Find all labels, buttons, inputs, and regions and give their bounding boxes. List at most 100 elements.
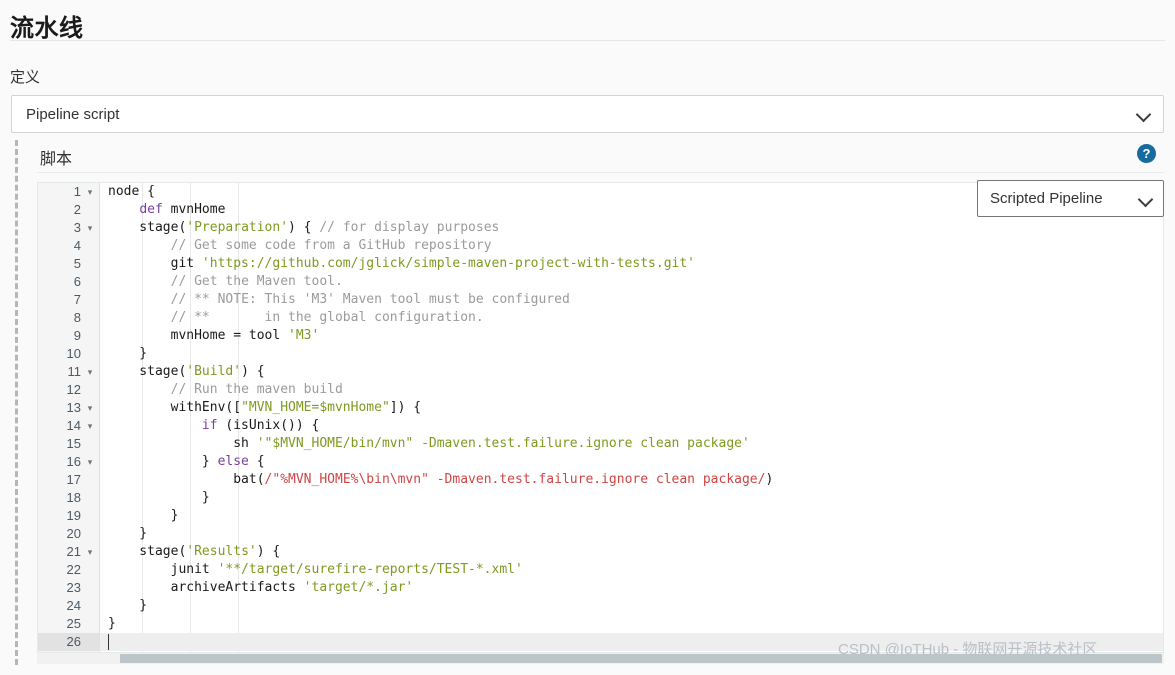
gutter-line-number: 9 [73, 328, 81, 343]
code-editor[interactable]: 1 ▾ 2 3 ▾ 4 5 6 7 8 9 10 11 ▾ 12 13 ▾ 14 ▾ 15 16 ▾ 17 18 19 20 21 ▾… [37, 182, 1164, 653]
code-line[interactable]: stage('Preparation') { // for display pu… [100, 219, 1163, 237]
gutter-line-number: 23 [66, 580, 81, 595]
definition-select-value: Pipeline script [26, 105, 120, 123]
code-token-str: 'Results' [186, 544, 257, 559]
editor-code-area[interactable]: node { def mvnHome stage('Preparation') … [100, 183, 1163, 652]
code-token-pln: bat( [108, 472, 265, 487]
code-line[interactable]: // ** in the global configuration. [100, 309, 1163, 327]
code-token-pln: stage( [108, 220, 187, 235]
definition-label: 定义 [10, 69, 41, 86]
code-token-pln [108, 418, 202, 433]
code-token-kw: if [201, 418, 218, 433]
gutter-line-number: 16 ▾ [38, 453, 99, 471]
code-token-pln [108, 292, 171, 307]
code-token-pln: stage( [108, 544, 187, 559]
code-line[interactable]: // Get the Maven tool. [100, 273, 1163, 291]
code-token-com: // Get some code from a GitHub repositor… [170, 238, 492, 253]
code-line[interactable]: } [100, 597, 1163, 615]
code-line[interactable]: // ** NOTE: This 'M3' Maven tool must be… [100, 291, 1163, 309]
page-title: 流水线 [10, 15, 84, 42]
fold-toggle-icon[interactable]: ▾ [85, 417, 95, 435]
code-token-pln: ) { [288, 220, 320, 235]
fold-toggle-icon[interactable]: ▾ [85, 219, 95, 237]
code-line[interactable]: sh '"$MVN_HOME/bin/mvn" -Dmaven.test.fai… [100, 435, 1163, 453]
pipeline-mode-select[interactable]: Scripted Pipeline [977, 180, 1164, 217]
code-token-pln [108, 202, 139, 217]
gutter-line-number: 5 [73, 256, 81, 271]
code-line[interactable]: } [100, 525, 1163, 543]
watermark: CSDN @IoTHub - 物联网开源技术社区 [838, 641, 1098, 658]
code-token-pln: } [108, 616, 116, 631]
code-token-pln: mvnHome [162, 202, 226, 217]
gutter-line-number: 20 [66, 526, 81, 541]
chevron-down-icon [1137, 107, 1151, 121]
code-token-pln: withEnv([ [108, 400, 242, 415]
code-token-pln: } [108, 508, 179, 523]
code-line[interactable]: bat(/"%MVN_HOME%\bin\mvn" -Dmaven.test.f… [100, 471, 1163, 489]
gutter-line-number: 13 ▾ [38, 399, 99, 417]
script-label: 脚本 [40, 151, 73, 168]
gutter-line-number: 12 [66, 382, 81, 397]
code-line[interactable]: mvnHome = tool 'M3' [100, 327, 1163, 345]
code-token-str: '"$MVN_HOME/bin/mvn" -Dmaven.test.failur… [256, 436, 750, 451]
code-token-pln: ) { [256, 544, 281, 559]
code-token-pln: stage( [108, 364, 187, 379]
code-token-str: 'Build' [186, 364, 242, 379]
code-token-pln: } [108, 526, 148, 541]
gutter-line-number: 10 [66, 346, 81, 361]
code-token-pln: } [108, 346, 148, 361]
code-line[interactable]: } else { [100, 453, 1163, 471]
code-line[interactable]: git 'https://github.com/jglick/simple-ma… [100, 255, 1163, 273]
code-token-str: 'M3' [288, 328, 320, 343]
gutter-line-number: 3 ▾ [38, 219, 99, 237]
code-token-com: // Get the Maven tool. [170, 274, 343, 289]
code-token-pln: } [108, 490, 210, 505]
code-token-str: "MVN_HOME=$mvnHome" [241, 400, 390, 415]
code-token-pln [108, 310, 171, 325]
code-token-pln: { [248, 454, 265, 469]
code-token-pln: ) { [241, 364, 265, 379]
fold-toggle-icon[interactable]: ▾ [85, 183, 95, 201]
definition-select[interactable]: Pipeline script [11, 95, 1164, 133]
fold-toggle-icon[interactable]: ▾ [85, 363, 95, 381]
code-line[interactable]: } [100, 507, 1163, 525]
editor-gutter[interactable]: 1 ▾ 2 3 ▾ 4 5 6 7 8 9 10 11 ▾ 12 13 ▾ 14 ▾ 15 16 ▾ 17 18 19 20 21 ▾… [38, 183, 100, 652]
code-line[interactable]: } [100, 615, 1163, 633]
script-header-divider [37, 172, 1164, 173]
code-token-pln: node { [108, 184, 155, 199]
code-token-pln: archiveArtifacts [108, 580, 304, 595]
code-line[interactable]: archiveArtifacts 'target/*.jar' [100, 579, 1163, 597]
code-line[interactable]: // Run the maven build [100, 381, 1163, 399]
editor-scroll-area: 1 ▾ 2 3 ▾ 4 5 6 7 8 9 10 11 ▾ 12 13 ▾ 14 ▾ 15 16 ▾ 17 18 19 20 21 ▾… [38, 183, 1163, 652]
gutter-line-number: 8 [73, 310, 81, 325]
code-token-pln: mvnHome = tool [108, 328, 289, 343]
code-line[interactable]: } [100, 489, 1163, 507]
code-token-pln [108, 382, 171, 397]
code-token-com: // ** NOTE: This 'M3' Maven tool must be… [170, 292, 570, 307]
code-line[interactable]: } [100, 345, 1163, 363]
fold-toggle-icon[interactable]: ▾ [85, 453, 95, 471]
code-line[interactable]: stage('Build') { [100, 363, 1163, 381]
code-line[interactable]: junit '**/target/surefire-reports/TEST-*… [100, 561, 1163, 579]
code-line[interactable]: stage('Results') { [100, 543, 1163, 561]
fold-toggle-icon[interactable]: ▾ [85, 543, 95, 561]
gutter-line-number: 25 [66, 616, 81, 631]
code-token-com: // ** in the global configuration. [170, 310, 484, 325]
code-token-pln [108, 274, 171, 289]
code-token-pln: } [108, 454, 218, 469]
code-token-kw: def [139, 202, 163, 217]
code-token-pln: git [108, 256, 202, 271]
code-token-pln: sh [108, 436, 257, 451]
code-token-pln: (isUnix()) { [217, 418, 320, 433]
code-line[interactable]: withEnv(["MVN_HOME=$mvnHome"]) { [100, 399, 1163, 417]
gutter-line-number: 21 ▾ [38, 543, 99, 561]
code-token-rgx: /"%MVN_HOME%\bin\mvn" -Dmaven.test.failu… [264, 472, 766, 487]
code-line[interactable]: // Get some code from a GitHub repositor… [100, 237, 1163, 255]
gutter-line-number: 22 [66, 562, 81, 577]
code-line[interactable]: if (isUnix()) { [100, 417, 1163, 435]
gutter-line-number: 19 [66, 508, 81, 523]
gutter-line-number: 11 ▾ [38, 363, 99, 381]
help-icon[interactable]: ? [1137, 144, 1156, 163]
gutter-line-number: 17 [66, 472, 81, 487]
fold-toggle-icon[interactable]: ▾ [85, 399, 95, 417]
